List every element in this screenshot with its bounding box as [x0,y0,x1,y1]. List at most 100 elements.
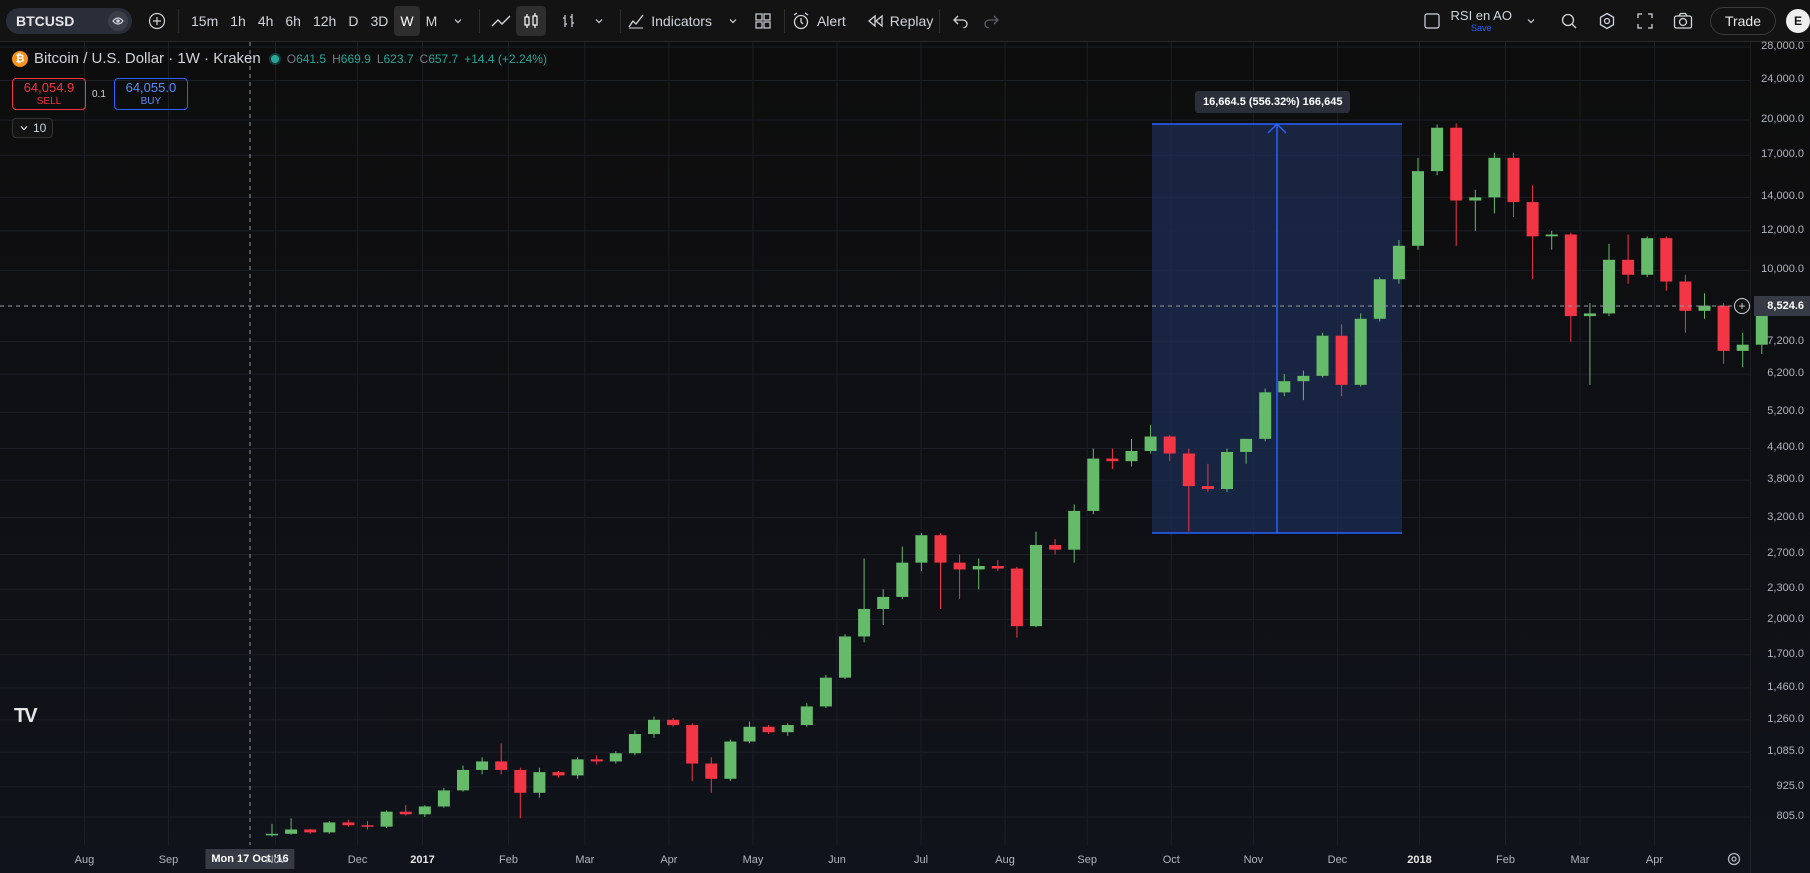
layout-save-label: Save [1470,22,1492,33]
chart-grid [0,42,1750,845]
line-chart-icon[interactable] [486,6,516,36]
candle-body [648,719,660,735]
camera-icon[interactable] [1668,6,1698,36]
price-chart[interactable] [0,42,1810,845]
time-tick: 2018 [1407,854,1432,866]
redo-icon[interactable] [976,6,1006,36]
candle-body [1564,234,1577,317]
interval-m[interactable]: M [420,6,444,36]
time-tick: Nov [265,854,286,866]
candle-body [762,726,775,733]
price-tick: 7,200.0 [1767,334,1804,347]
price-axis[interactable]: 28,000.0 24,000.0 20,000.0 17,000.0 14,000.0… [1750,40,1810,873]
chevron-down-icon[interactable] [718,6,748,36]
time-tick: Sep [158,854,179,866]
interval-group: 15m 1h 4h 6h 12h D 3D W M [185,5,444,36]
candles-chart-icon[interactable] [516,5,547,36]
layout-grid-icon[interactable] [748,6,778,36]
candle-body [476,761,489,770]
candle-body [1316,335,1329,376]
add-plus-icon[interactable]: + [1734,298,1750,314]
interval-6h[interactable]: 6h [279,6,307,36]
candle-body [1278,381,1291,393]
candle-body [1010,568,1023,627]
price-tick: 3,800.0 [1767,473,1804,486]
layout-square-icon[interactable] [1417,6,1447,36]
user-avatar[interactable]: E [1786,8,1810,33]
time-tick: Aug [74,854,95,866]
interval-15m[interactable]: 15m [185,6,224,36]
crosshair [0,42,1750,845]
chart-area[interactable]: ₿ Bitcoin / U.S. Dollar · 1W · Kraken O6… [0,40,1810,873]
sell-button[interactable]: 64,054.9 SELL [12,78,86,110]
candle-body [1526,202,1539,237]
candle-body [896,562,909,597]
time-tick: Jun [828,854,846,866]
candle-body [1068,510,1081,550]
replay-button[interactable]: Replay [866,13,933,29]
interval-d[interactable]: D [342,6,364,36]
chevron-down-icon[interactable] [584,6,614,36]
interval-w[interactable]: W [394,5,420,36]
quick-search-icon[interactable] [1554,6,1584,36]
candle-body [1736,344,1749,351]
buy-button[interactable]: 64,055.0 BUY [113,78,188,110]
interval-4h[interactable]: 4h [252,6,280,36]
candle-body [418,806,431,815]
time-tick: Nov [1243,854,1264,866]
candle-body [1583,313,1596,317]
candle-body [915,535,928,563]
legend-high: H669.9 [332,52,371,66]
legend-change: +14.4 (+2.24%) [464,51,547,66]
candle-body [1087,458,1100,511]
candle-body [1221,451,1233,490]
time-axis[interactable]: Mon 17 Oct '16 Aug Sep Nov Dec 2017 Feb Mar Apr… [0,845,1750,873]
candle-body [819,677,832,707]
candle-body [323,822,336,833]
compare-plus-icon[interactable] [142,6,172,36]
indicator-collapse-button[interactable]: 10 [12,118,54,138]
fullscreen-icon[interactable] [1630,6,1660,36]
candle-body [686,725,699,764]
price-tick: 3,200.0 [1767,510,1804,523]
symbol-search-button[interactable]: BTCUSD [6,7,132,34]
price-tick: 1,700.0 [1767,647,1804,660]
bar-chart-type-icon[interactable] [554,6,584,36]
time-tick: Dec [347,854,368,866]
time-tick: Jul [914,854,929,866]
time-tick: Apr [660,854,678,866]
layout-name-button[interactable]: RSI en AO Save [1451,9,1512,33]
price-tick: 2,000.0 [1767,612,1804,625]
legend-title[interactable]: Bitcoin / U.S. Dollar · 1W · Kraken [34,50,261,67]
trade-button[interactable]: Trade [1709,6,1776,35]
undo-icon[interactable] [946,6,976,36]
indicators-button[interactable]: Indicators [627,12,712,30]
legend-close-label: C [419,51,429,66]
price-tick: 14,000.0 [1761,190,1804,203]
chevron-down-icon[interactable] [443,6,473,36]
chevron-down-icon[interactable] [1516,6,1546,36]
layout-name: RSI en AO [1450,7,1512,23]
interval-1h[interactable]: 1h [224,6,252,36]
tradingview-logo[interactable]: TV [14,705,38,728]
alert-button[interactable]: Alert [791,11,846,31]
candle-body [839,636,851,678]
eye-icon[interactable] [108,10,128,31]
price-tick: 805.0 [1776,810,1804,822]
candle-body [1373,279,1386,319]
interval-3d[interactable]: 3D [364,6,394,36]
symbol-label: BTCUSD [16,12,75,29]
price-tick: 20,000.0 [1761,112,1804,125]
time-tick: Mar [1570,854,1590,866]
toolbar-divider [939,8,941,33]
candle-body [1144,436,1157,451]
price-tick: 4,400.0 [1767,441,1804,454]
price-tick: 5,200.0 [1767,405,1804,418]
measure-label: 16,664.5 (556.32%) 166,645 [1195,91,1351,113]
candle-body [399,811,412,815]
candle-body [1641,238,1654,275]
gear-icon[interactable] [1726,851,1742,867]
interval-12h[interactable]: 12h [307,6,342,36]
settings-gear-icon[interactable] [1592,6,1622,36]
candle-body [1392,245,1405,280]
